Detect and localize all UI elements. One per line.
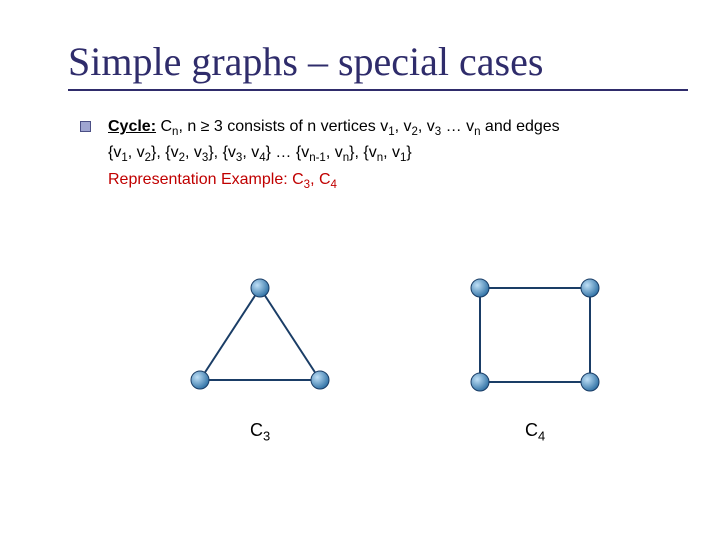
graph-c3 — [180, 270, 340, 400]
example-line: Representation Example: C3, C4 — [108, 168, 680, 194]
cycle-label: Cycle: — [108, 118, 156, 135]
graph-c4 — [460, 270, 610, 400]
caption-c3: C3 — [250, 420, 270, 444]
bullet-icon — [80, 121, 91, 132]
slide: Simple graphs – special cases Cycle: Cn,… — [0, 0, 720, 540]
slide-title: Simple graphs – special cases — [68, 38, 680, 85]
edges-line: {v1, v2}, {v2, v3}, {v3, v4} … {vn-1, vn… — [108, 141, 680, 167]
diagrams-area: C3 C4 — [0, 270, 720, 470]
body-text: Cycle: Cn, n ≥ 3 consists of n vertices … — [68, 115, 680, 194]
caption-c4: C4 — [525, 420, 545, 444]
definition-line: Cycle: Cn, n ≥ 3 consists of n vertices … — [108, 115, 680, 141]
title-underline — [68, 89, 688, 91]
